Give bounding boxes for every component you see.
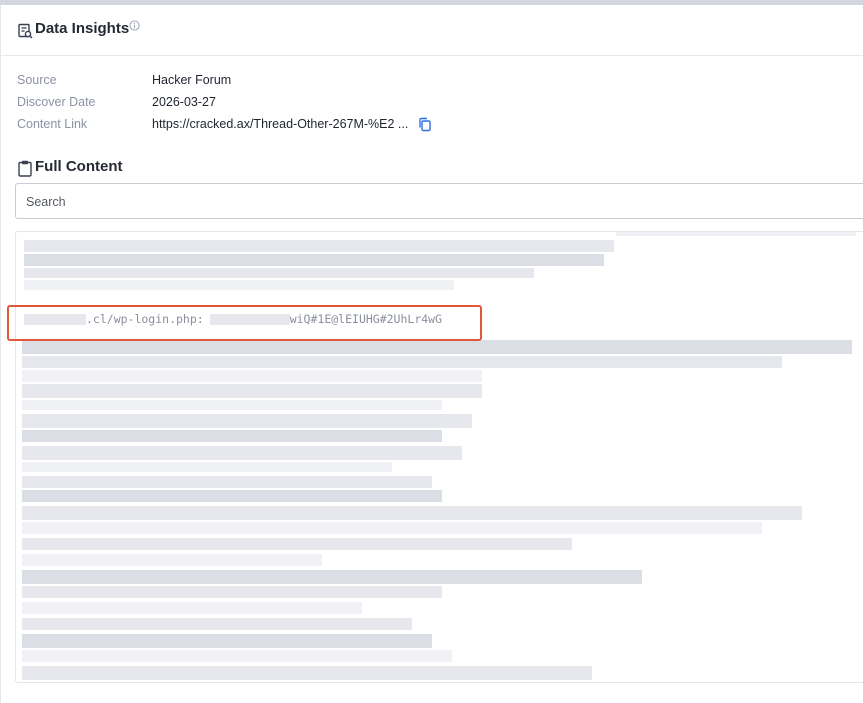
- page-title: Data Insights: [35, 20, 130, 37]
- censored-text: [22, 554, 322, 566]
- full-content-area[interactable]: .cl/wp-login.php: wiQ#1E@lEIUHG#2UhLr4wG: [15, 231, 863, 683]
- content-link-label: Content Link: [17, 117, 88, 131]
- document-search-icon: [18, 23, 33, 39]
- censored-text: [22, 618, 412, 630]
- censored-text: [22, 384, 482, 398]
- censored-text: [24, 280, 454, 290]
- censored-text: [24, 254, 604, 266]
- censored-text: [24, 268, 534, 278]
- search-box: [15, 183, 863, 219]
- full-content-title: Full Content: [35, 158, 123, 175]
- censored-text: [22, 586, 442, 598]
- censored-text: [22, 414, 472, 428]
- censored-text: [22, 602, 362, 614]
- censored-text: [22, 462, 392, 472]
- panel-header: Data Insights: [1, 5, 863, 56]
- source-label: Source: [17, 73, 57, 87]
- censored-text: [22, 430, 442, 442]
- censored-text: [616, 232, 856, 236]
- content-link-value[interactable]: https://cracked.ax/Thread-Other-267M-%E2…: [152, 117, 408, 131]
- censored-text: [22, 356, 782, 368]
- highlight-box: [7, 305, 482, 341]
- discover-date-label: Discover Date: [17, 95, 96, 109]
- censored-text: [22, 506, 802, 520]
- censored-text: [22, 370, 482, 382]
- source-value: Hacker Forum: [152, 73, 232, 87]
- censored-text: [22, 490, 442, 502]
- clipboard-icon: [18, 160, 32, 177]
- censored-text: [24, 240, 614, 252]
- censored-text: [22, 446, 462, 460]
- censored-text: [22, 522, 762, 534]
- data-insights-panel: Data Insights Source Hacker Forum Discov…: [0, 5, 863, 703]
- search-input[interactable]: [26, 193, 846, 211]
- censored-text: [22, 666, 592, 680]
- censored-text: [22, 400, 442, 410]
- copy-icon[interactable]: [418, 117, 432, 132]
- discover-date-value: 2026-03-27: [152, 95, 216, 109]
- censored-text: [22, 340, 852, 354]
- censored-text: [22, 476, 432, 488]
- censored-text: [22, 650, 452, 662]
- censored-text: [22, 634, 432, 648]
- info-circle-icon[interactable]: [129, 20, 140, 31]
- censored-text: [22, 538, 572, 550]
- censored-text: [22, 570, 642, 584]
